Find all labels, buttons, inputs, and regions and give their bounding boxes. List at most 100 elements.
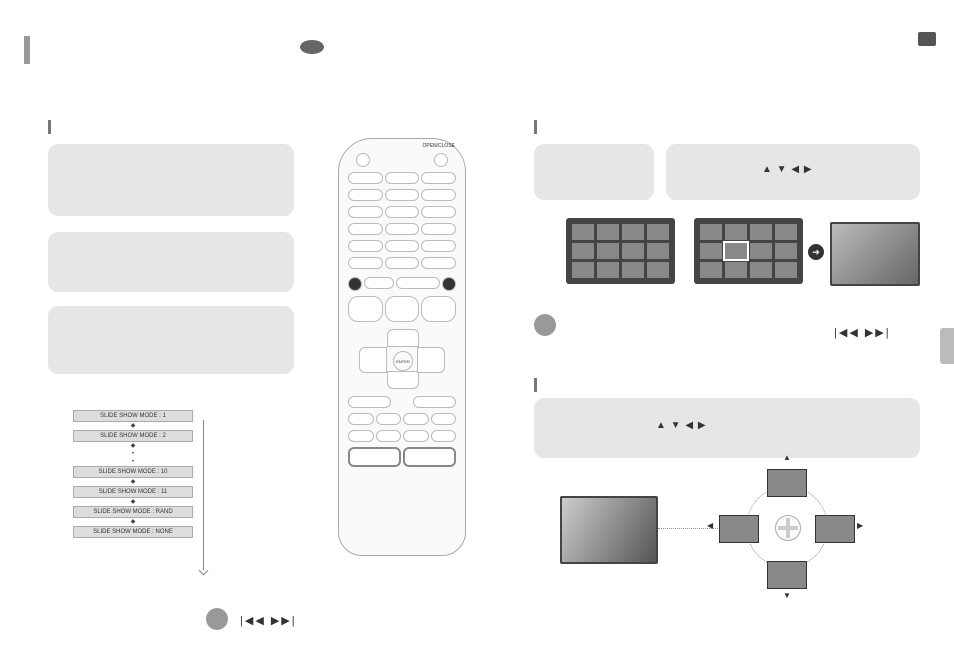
thumb bbox=[775, 243, 797, 259]
right-page-tab bbox=[918, 32, 936, 46]
enter-label: ENTER bbox=[396, 359, 410, 364]
bottom-row-2[interactable] bbox=[376, 413, 402, 425]
thumb bbox=[750, 243, 772, 259]
bottom-row-1[interactable] bbox=[348, 413, 374, 425]
func-button-3[interactable] bbox=[421, 189, 456, 201]
dpad-left-button[interactable] bbox=[359, 347, 387, 373]
num-button-5[interactable] bbox=[385, 223, 420, 235]
thumb bbox=[647, 243, 669, 259]
manual-spread: { "head": {"marker": "" , "page_num": ""… bbox=[0, 0, 954, 666]
thumb bbox=[700, 243, 722, 259]
play-pause-button[interactable] bbox=[396, 277, 440, 289]
bottom-row-3[interactable] bbox=[403, 413, 429, 425]
num-button-2[interactable] bbox=[385, 206, 420, 218]
ring-arrow-left-icon: ◀ bbox=[707, 521, 713, 530]
thumb bbox=[622, 243, 644, 259]
dpad-down-button[interactable] bbox=[387, 371, 419, 389]
note-bullet-digest bbox=[534, 314, 556, 336]
menu-button-1[interactable] bbox=[348, 396, 391, 408]
rotated-down-thumb bbox=[767, 561, 807, 589]
bottom-row-8[interactable] bbox=[431, 430, 457, 442]
func-button-1[interactable] bbox=[348, 189, 383, 201]
original-image-thumb bbox=[560, 496, 658, 564]
bottom-row-4[interactable] bbox=[431, 413, 457, 425]
num-button-8[interactable] bbox=[385, 240, 420, 252]
ring-arrow-right-icon: ▶ bbox=[857, 521, 863, 530]
mode-10: SLIDE SHOW MODE : 10 bbox=[73, 466, 193, 478]
section-side-tab bbox=[940, 328, 954, 364]
power-button[interactable] bbox=[356, 153, 370, 167]
thumb bbox=[725, 262, 747, 278]
num-button-0[interactable] bbox=[385, 257, 420, 269]
menu-button-2[interactable] bbox=[413, 396, 456, 408]
num-button-7[interactable] bbox=[348, 240, 383, 252]
channel-rocker-2[interactable] bbox=[421, 296, 456, 322]
bottom-row-5[interactable] bbox=[348, 430, 374, 442]
thumb bbox=[597, 224, 619, 240]
source-button-1[interactable] bbox=[348, 172, 383, 184]
left-page-tab bbox=[24, 36, 30, 64]
mode-1: SLIDE SHOW MODE : 1 bbox=[73, 410, 193, 422]
thumb bbox=[700, 262, 722, 278]
step-card-1 bbox=[48, 144, 294, 216]
skip-fwd-button[interactable] bbox=[442, 277, 456, 291]
rotated-up-thumb bbox=[767, 469, 807, 497]
thumb bbox=[647, 224, 669, 240]
arrow-right-icon: ➔ bbox=[808, 244, 824, 260]
section-bar-rotate bbox=[534, 378, 537, 392]
num-button-9[interactable] bbox=[421, 240, 456, 252]
special-button-1[interactable] bbox=[348, 447, 401, 467]
thumb bbox=[597, 262, 619, 278]
rotated-right-thumb bbox=[815, 515, 855, 543]
enter-button[interactable]: ENTER bbox=[393, 351, 413, 371]
chain-arrow-icon: ◆ bbox=[68, 498, 198, 506]
section-bar-left bbox=[48, 120, 51, 134]
mode-2: SLIDE SHOW MODE : 2 bbox=[73, 430, 193, 442]
chain-arrow-icon: ◆ bbox=[68, 422, 198, 430]
volume-rocker[interactable] bbox=[348, 296, 383, 322]
thumb bbox=[572, 224, 594, 240]
thumb bbox=[750, 262, 772, 278]
mode-none: SLIDE SHOW MODE : NONE bbox=[73, 526, 193, 538]
chain-arrow-icon: ◆ bbox=[68, 518, 198, 526]
skip-icons-right: |◀◀ ▶▶| bbox=[834, 326, 891, 339]
num-button-3[interactable] bbox=[421, 206, 456, 218]
skip-back-button[interactable] bbox=[348, 277, 362, 291]
misc-button[interactable] bbox=[421, 257, 456, 269]
ring-arrow-down-icon: ▼ bbox=[783, 591, 791, 600]
digest-step-card bbox=[534, 144, 654, 200]
func-button-2[interactable] bbox=[385, 189, 420, 201]
special-button-2[interactable] bbox=[403, 447, 456, 467]
rotation-ring: ▲ ▼ ◀ ▶ bbox=[746, 486, 828, 568]
slide-show-mode-chain: SLIDE SHOW MODE : 1 ◆ SLIDE SHOW MODE : … bbox=[68, 410, 198, 538]
dpad-glyphs: ▲ ▼ ◀ ▶ bbox=[656, 420, 707, 431]
dpad-cluster: ENTER bbox=[359, 329, 445, 389]
thumb bbox=[572, 262, 594, 278]
note-bullet-left bbox=[206, 608, 228, 630]
mode-11: SLIDE SHOW MODE : 11 bbox=[73, 486, 193, 498]
section-bar-digest bbox=[534, 120, 537, 134]
num-button-4[interactable] bbox=[348, 223, 383, 235]
thumb bbox=[750, 224, 772, 240]
cancel-button[interactable] bbox=[348, 257, 383, 269]
channel-rocker-1[interactable] bbox=[385, 296, 420, 322]
thumb bbox=[700, 224, 722, 240]
thumb-selected bbox=[725, 243, 747, 259]
open-close-button[interactable] bbox=[434, 153, 448, 167]
remote-control-diagram: OPEN/CLOSE ENTER bbox=[338, 138, 466, 556]
bottom-row-7[interactable] bbox=[403, 430, 429, 442]
thumb bbox=[622, 224, 644, 240]
dpad-right-button[interactable] bbox=[417, 347, 445, 373]
num-button-1[interactable] bbox=[348, 206, 383, 218]
source-button-3[interactable] bbox=[421, 172, 456, 184]
header-bullet bbox=[300, 40, 324, 54]
source-button-2[interactable] bbox=[385, 172, 420, 184]
rotated-left-thumb bbox=[719, 515, 759, 543]
stop-button[interactable] bbox=[364, 277, 394, 289]
dpad-up-button[interactable] bbox=[387, 329, 419, 347]
num-button-6[interactable] bbox=[421, 223, 456, 235]
thumb bbox=[647, 262, 669, 278]
thumb bbox=[572, 243, 594, 259]
bottom-row-6[interactable] bbox=[376, 430, 402, 442]
open-close-label: OPEN/CLOSE bbox=[339, 143, 455, 149]
